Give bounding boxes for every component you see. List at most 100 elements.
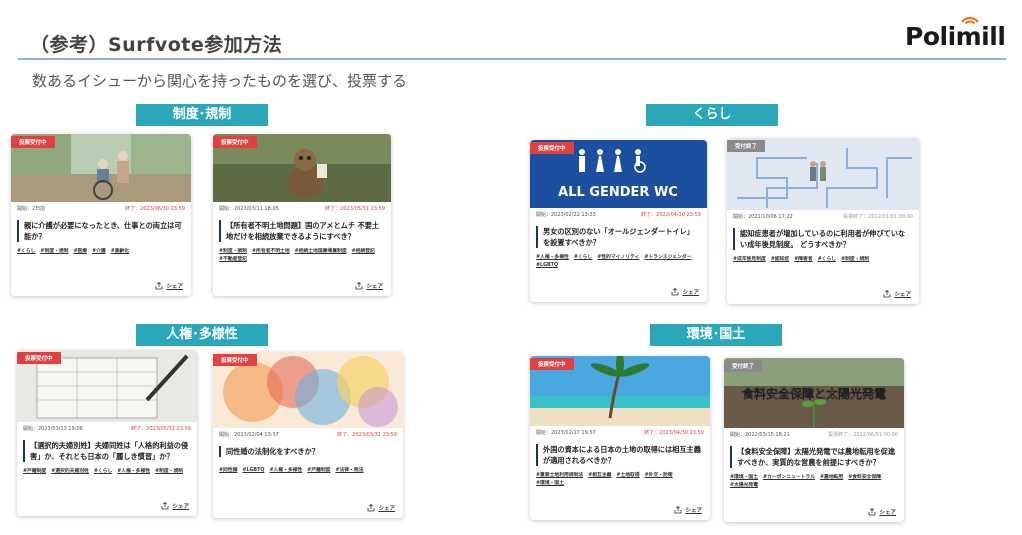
category-label-human-rights: 人権･多様性 [136, 324, 268, 346]
tag-link[interactable]: #戸籍制度 [23, 469, 46, 474]
tag-link[interactable]: #LGBTQ [242, 468, 264, 473]
share-button[interactable]: シェア [671, 288, 699, 296]
tag-link[interactable]: #外交・防衛 [645, 473, 673, 478]
share-button[interactable]: シェア [161, 502, 189, 510]
tag-link[interactable]: #くらし [94, 469, 112, 474]
issue-question[interactable]: 【選択的夫婦別姓】夫婦同姓は「人格的利益の侵害」か、それとも日本の「麗しき慣習」… [23, 440, 189, 462]
start-date: 開始：2023/02/04 13:37 [219, 432, 279, 438]
tag-link[interactable]: #制度・規制 [841, 257, 869, 262]
issue-question[interactable]: 同性婚の法制化をすべきか？ [219, 446, 395, 457]
tag-link[interactable]: #制度・規制 [219, 249, 247, 254]
tag-link[interactable]: #相互主義 [588, 473, 611, 478]
share-icon [672, 288, 679, 296]
share-icon [156, 282, 163, 290]
tag-link[interactable]: #環境・国土 [730, 475, 758, 480]
end-date: 終了：2023/04/30 23:59 [641, 212, 701, 218]
tag-list: #くらし #制度・規制 #医療 #介護 #高齢化 [17, 248, 185, 256]
tag-link[interactable]: #太陽光発電 [730, 483, 758, 488]
share-button[interactable]: シェア [868, 508, 896, 516]
end-date: 投票終了：2022/06/01 00:00 [828, 432, 898, 438]
end-date: 終了：2023/04/30 23:59 [644, 430, 704, 436]
tag-link[interactable]: #戸籍制度 [307, 468, 330, 473]
issue-card-solar-farmland[interactable]: 食料安全保障と太陽光発電 受付終了 開始：2022/03/15 18:21 投票終… [724, 358, 904, 522]
issue-card-land[interactable]: 投票受付中 開始：2023/03/11 18:05 終了：2023/05/31 2… [213, 134, 391, 296]
share-label: シェア [172, 504, 189, 510]
tag-link[interactable]: #認知症 [771, 257, 789, 262]
tag-link[interactable]: #介護 [92, 249, 106, 254]
share-label: シェア [879, 510, 896, 516]
issue-card-guardianship[interactable]: 受付終了 開始：2021/10/06 17:22 投票終了：2022/01/01 … [727, 138, 919, 304]
tag-link[interactable]: #制度・規制 [155, 469, 183, 474]
tag-link[interactable]: #障害者 [794, 257, 812, 262]
tag-link[interactable]: #人権・多様性 [269, 468, 302, 473]
status-badge: 投票受付中 [17, 352, 61, 364]
tag-link[interactable]: #食料安全保障 [848, 475, 881, 480]
overlay-text: 食料安全保障と太陽光発電 [741, 386, 886, 401]
share-icon [368, 504, 375, 512]
tag-link[interactable]: #環境・国土 [536, 481, 564, 486]
status-badge: 投票受付中 [213, 136, 257, 148]
tag-link[interactable]: #カーボンニュートラル [763, 475, 815, 480]
issue-question[interactable]: 【所有者不明土地問題】国のアメとムチ 不要土地だけを相続放棄できるようにすべき？ [219, 220, 383, 242]
card-image-tanuki: 投票受付中 [213, 134, 391, 202]
tag-list: #成年後見制度 #認知症 #障害者 #くらし #制度・規制 [733, 256, 913, 264]
card-image-care: 投票受付中 [11, 134, 191, 202]
tag-link[interactable]: #くらし [574, 255, 592, 260]
issue-card-care[interactable]: 投票受付中 開始：2日前 終了：2023/06/30 23:59 親に介護が必要に… [11, 134, 191, 296]
tag-link[interactable]: #法律・税法 [335, 468, 363, 473]
tag-link[interactable]: #人権・多様性 [536, 255, 569, 260]
tag-link[interactable]: #くらし [17, 249, 35, 254]
tag-link[interactable]: #制度・規制 [40, 249, 68, 254]
share-icon [675, 506, 682, 514]
card-image-maze: 受付終了 [727, 138, 919, 210]
tag-link[interactable]: #トランスジェンダー [644, 255, 691, 260]
tag-list: #人権・多様性 #くらし #性的マイノリティ #トランスジェンダー #LGBTQ [536, 254, 701, 270]
tag-link[interactable]: #性的マイノリティ [597, 255, 639, 260]
end-date: 終了：2023/03/31 23:59 [337, 432, 397, 438]
issue-question[interactable]: 親に介護が必要になったとき、仕事との両立は可能か？ [17, 220, 183, 242]
start-date: 開始：2021/10/06 17:22 [733, 214, 793, 220]
tag-link[interactable]: #同性婚 [219, 468, 237, 473]
issue-card-foreign-land[interactable]: 投票受付中 開始：2023/02/17 19:57 終了：2023/04/30 2… [530, 356, 710, 520]
category-label-system: 制度･規制 [136, 104, 268, 126]
share-button[interactable]: シェア [883, 290, 911, 298]
tag-link[interactable]: #不動産登記 [219, 257, 247, 262]
issue-question[interactable]: 外国の資本による日本の土地の取得には相互主義が適用されるべきか？ [536, 444, 702, 466]
tag-link[interactable]: #重要土地利用規制法 [536, 473, 583, 478]
category-label-life: くらし [646, 104, 778, 126]
share-button[interactable]: シェア [367, 504, 395, 512]
tag-link[interactable]: #くらし [818, 257, 836, 262]
tag-list: #制度・規制 #所有者不明土地 #相続土地国庫帰属制度 #相続登記 #不動産登記 [219, 248, 385, 264]
issue-card-same-sex-marriage[interactable]: 投票受付中 開始：2023/02/04 13:37 終了：2023/03/31 2… [213, 352, 403, 518]
tag-link[interactable]: #人権・多様性 [117, 469, 150, 474]
tag-link[interactable]: #相続土地国庫帰属制度 [295, 249, 347, 254]
status-badge: 受付終了 [727, 140, 766, 152]
issue-card-surname[interactable]: 投票受付中 開始：2023/03/13 19:06 終了：2023/05/31 2… [17, 350, 197, 516]
tag-link[interactable]: #土地取得 [616, 473, 639, 478]
tag-link[interactable]: #農地転用 [820, 475, 843, 480]
share-button[interactable]: シェア [355, 282, 383, 290]
share-icon [356, 282, 363, 290]
card-image-watercolor: 投票受付中 [213, 352, 403, 428]
end-date: 終了：2023/05/31 23:59 [325, 206, 385, 212]
tag-link[interactable]: #成年後見制度 [733, 257, 766, 262]
tag-link[interactable]: #医療 [73, 249, 87, 254]
share-label: シェア [894, 292, 911, 298]
tag-link[interactable]: #所有者不明土地 [252, 249, 290, 254]
tag-list: #戸籍制度 #選択的夫婦別姓 #くらし #人権・多様性 #制度・規制 [23, 468, 191, 476]
tag-link[interactable]: #高齢化 [111, 249, 129, 254]
tag-link[interactable]: #LGBTQ [536, 263, 558, 268]
polimill-logo: Polimill [905, 16, 1015, 51]
share-button[interactable]: シェア [155, 282, 183, 290]
issue-question[interactable]: 認知症患者が増加しているのに利用者が伸びていない成年後見制度。 どうすべきか？ [733, 228, 911, 250]
status-badge: 受付終了 [724, 360, 763, 372]
share-label: シェア [682, 290, 699, 296]
tag-link[interactable]: #選択的夫婦別姓 [51, 469, 89, 474]
sign-text: ALL GENDER WC [558, 185, 678, 200]
tag-link[interactable]: #相続登記 [352, 249, 375, 254]
share-button[interactable]: シェア [674, 506, 702, 514]
card-image-soil-sprout: 食料安全保障と太陽光発電 受付終了 [724, 358, 904, 428]
issue-card-all-gender-toilet[interactable]: ALL GENDER WC 投票受付中 開始：2023/02/22 13:33 終… [530, 140, 707, 302]
issue-question[interactable]: 【食料安全保障】太陽光発電では農地転用を促進すべきか、実質的な営農を前提にすべき… [730, 446, 896, 468]
issue-question[interactable]: 男女の区別のない「オールジェンダートイレ」を設置すべきか？ [536, 226, 699, 248]
